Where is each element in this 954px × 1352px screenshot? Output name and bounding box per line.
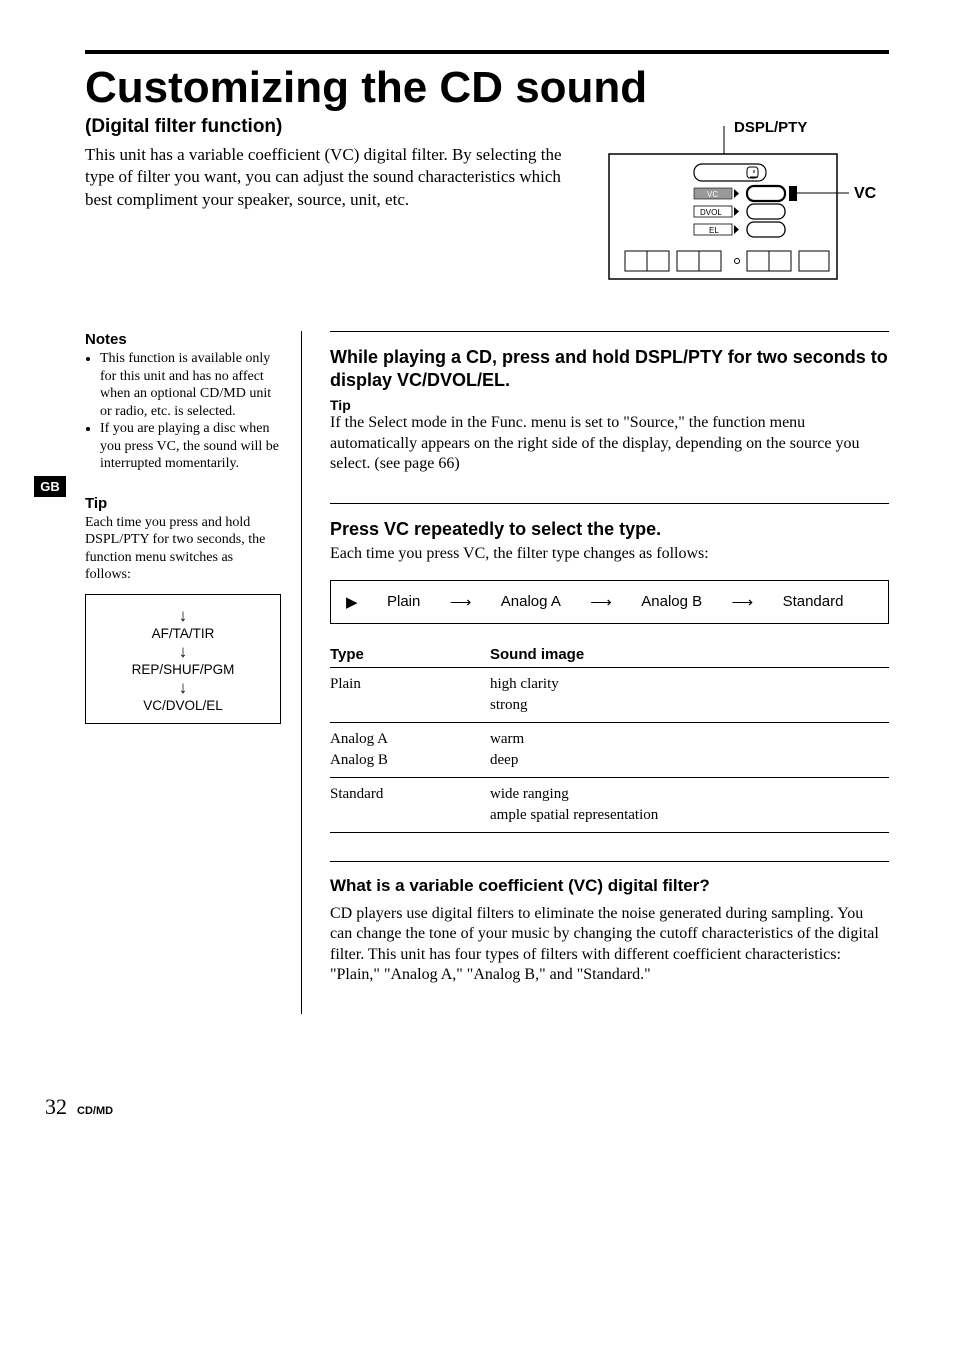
- subtitle: (Digital filter function): [85, 116, 574, 138]
- page-title: Customizing the CD sound: [85, 64, 889, 112]
- table-header-sound: Sound image: [490, 642, 889, 668]
- step1-heading: While playing a CD, press and hold DSPL/…: [330, 346, 889, 391]
- svg-text:EL: EL: [709, 226, 719, 235]
- menu-flow-item: VC/DVOL/EL: [92, 698, 274, 713]
- svg-text:DVOL: DVOL: [700, 208, 722, 217]
- device-diagram: DSPL/PTY VC DVOL: [599, 116, 889, 301]
- menu-flow-item: REP/SHUF/PGM: [92, 662, 274, 677]
- menu-flow-diagram: ↓ AF/TA/TIR ↓ REP/SHUF/PGM ↓ VC/DVOL/EL: [85, 594, 281, 724]
- cell-sound: warmdeep: [490, 722, 889, 777]
- svg-text:VC: VC: [707, 190, 718, 199]
- page-number: 32: [45, 1094, 67, 1120]
- footer-category: CD/MD: [77, 1105, 113, 1117]
- filter-flow-box: ▶ Plain ⟶ Analog A ⟶ Analog B ⟶ Standard: [330, 580, 889, 624]
- flow-item: Standard: [783, 593, 844, 610]
- step1-tip-text: If the Select mode in the Func. menu is …: [330, 413, 889, 474]
- cell-sound: high claritystrong: [490, 667, 889, 722]
- flow-item: Analog A: [501, 593, 561, 610]
- cell-type: Plain: [330, 667, 490, 722]
- svg-text:VC: VC: [854, 185, 877, 202]
- table-row: Standard wide rangingample spatial repre…: [330, 777, 889, 832]
- cell-sound: wide rangingample spatial representation: [490, 777, 889, 832]
- step2-heading: Press VC repeatedly to select the type.: [330, 518, 889, 541]
- cell-type: Standard: [330, 777, 490, 832]
- tip-heading: Tip: [85, 495, 281, 512]
- flow-item: Plain: [387, 593, 420, 610]
- step1-tip-label: Tip: [330, 397, 889, 413]
- note-item: If you are playing a disc when you press…: [100, 420, 281, 473]
- notes-list: This function is available only for this…: [85, 350, 281, 473]
- language-tab: GB: [34, 476, 66, 497]
- notes-heading: Notes: [85, 331, 281, 348]
- table-header-type: Type: [330, 642, 490, 668]
- step2-body: Each time you press VC, the filter type …: [330, 544, 889, 564]
- cell-type: Analog AAnalog B: [330, 722, 490, 777]
- intro-text: (Digital filter function) This unit has …: [85, 116, 574, 210]
- note-item: This function is available only for this…: [100, 350, 281, 420]
- menu-flow-item: AF/TA/TIR: [92, 626, 274, 641]
- explain-heading: What is a variable coefficient (VC) digi…: [330, 876, 889, 896]
- explain-body: CD players use digital filters to elimin…: [330, 904, 889, 986]
- table-row: Plain high claritystrong: [330, 667, 889, 722]
- filter-table: Type Sound image Plain high claritystron…: [330, 642, 889, 833]
- svg-text:DSPL/PTY: DSPL/PTY: [734, 119, 807, 136]
- table-row: Analog AAnalog B warmdeep: [330, 722, 889, 777]
- flow-item: Analog B: [641, 593, 702, 610]
- tip-body-side: Each time you press and hold DSPL/PTY fo…: [85, 514, 281, 584]
- intro-body: This unit has a variable coefficient (VC…: [85, 144, 574, 210]
